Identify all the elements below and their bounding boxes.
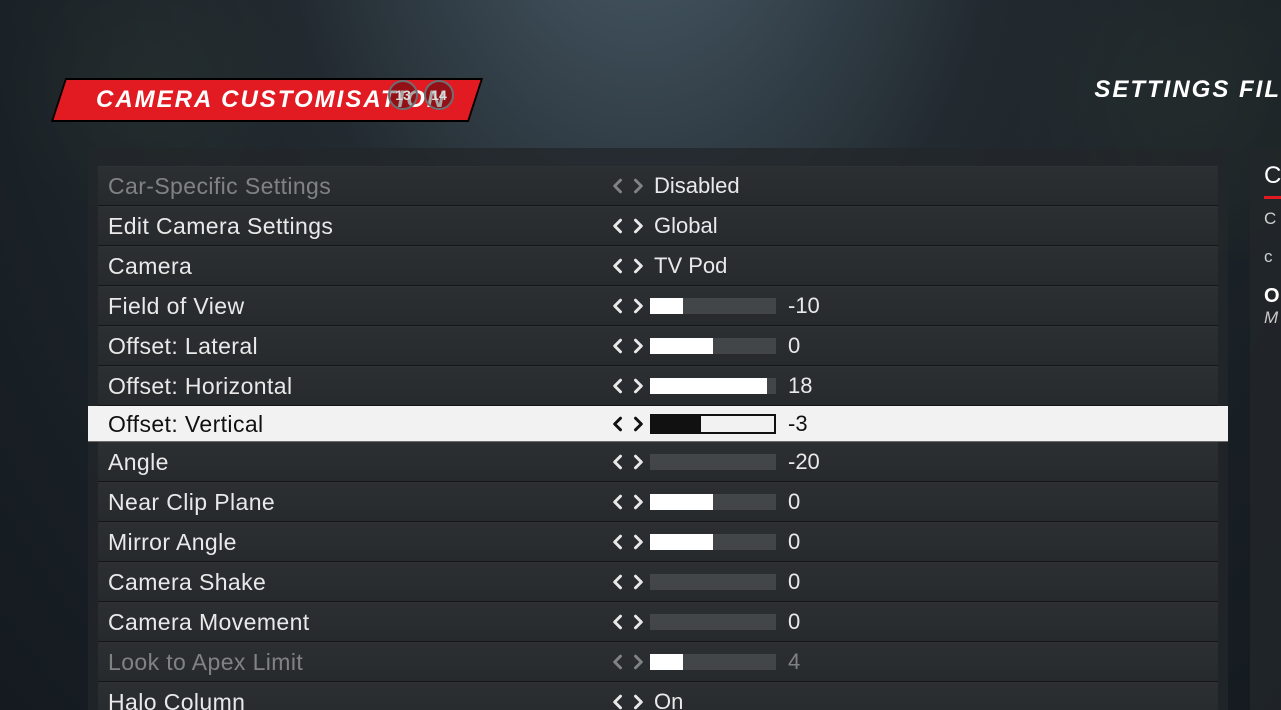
step-badge[interactable]: 14 [424,80,454,110]
left-right-arrows-icon[interactable] [608,572,650,592]
value-slider[interactable] [650,574,776,590]
setting-row-camera-shake[interactable]: Camera Shake 0 [98,562,1218,602]
left-right-arrows-icon[interactable] [608,376,650,396]
setting-row-near-clip[interactable]: Near Clip Plane 0 [98,482,1218,522]
step-badges: 13 14 [388,80,454,110]
desc-line: C [1264,209,1281,229]
value-slider[interactable] [650,338,776,354]
desc-divider [1264,196,1281,199]
setting-row-camera[interactable]: Camera TV Pod [98,246,1218,286]
setting-label: Camera Movement [98,609,608,636]
left-right-arrows-icon[interactable] [608,296,650,316]
left-right-arrows-icon[interactable] [608,414,650,434]
setting-label: Look to Apex Limit [98,649,608,676]
setting-value: 0 [784,333,800,359]
setting-row-mirror-angle[interactable]: Mirror Angle 0 [98,522,1218,562]
setting-value: 18 [784,373,812,399]
setting-value: TV Pod [650,253,727,279]
left-right-arrows-icon[interactable] [608,692,650,710]
desc-subhead: O [1264,285,1281,308]
setting-value: 0 [784,609,800,635]
header: CAMERA CUSTOMISATION 13 14 SETTINGS FIL [0,78,1281,122]
setting-value: -10 [784,293,820,319]
setting-value: Global [650,213,718,239]
desc-subvalue: M [1264,308,1281,328]
setting-value: 0 [784,489,800,515]
left-right-arrows-icon[interactable] [608,256,650,276]
value-slider[interactable] [650,298,776,314]
setting-row-edit-camera[interactable]: Edit Camera Settings Global [98,206,1218,246]
left-right-arrows-icon[interactable] [608,612,650,632]
setting-label: Car-Specific Settings [98,173,608,200]
left-right-arrows-icon[interactable] [608,492,650,512]
value-slider[interactable] [650,654,776,670]
setting-label: Halo Column [98,689,608,710]
setting-row-halo-column[interactable]: Halo Column On [98,682,1218,710]
setting-label: Edit Camera Settings [98,213,608,240]
left-right-arrows-icon[interactable] [608,452,650,472]
setting-row-camera-move[interactable]: Camera Movement 0 [98,602,1218,642]
setting-label: Field of View [98,293,608,320]
setting-value: 4 [784,649,800,675]
setting-value: Disabled [650,173,740,199]
setting-row-fov[interactable]: Field of View -10 [98,286,1218,326]
setting-row-angle[interactable]: Angle -20 [98,442,1218,482]
setting-label: Offset: Horizontal [98,373,608,400]
setting-row-car-specific[interactable]: Car-Specific Settings Disabled [98,166,1218,206]
setting-row-offset-lateral[interactable]: Offset: Lateral 0 [98,326,1218,366]
left-right-arrows-icon[interactable] [608,532,650,552]
setting-value: 0 [784,569,800,595]
left-right-arrows-icon[interactable] [608,216,650,236]
setting-label: Near Clip Plane [98,489,608,516]
setting-label: Camera [98,253,608,280]
value-slider[interactable] [650,378,776,394]
value-slider[interactable] [650,614,776,630]
setting-value: -3 [784,411,808,437]
setting-label: Camera Shake [98,569,608,596]
step-badge[interactable]: 13 [388,80,418,110]
setting-value: -20 [784,449,820,475]
left-right-arrows-icon[interactable] [608,336,650,356]
settings-panel: Car-Specific Settings DisabledEdit Camer… [88,148,1228,710]
setting-row-offset-vert[interactable]: Offset: Vertical -3 [88,406,1228,442]
setting-row-offset-horiz[interactable]: Offset: Horizontal 18 [98,366,1218,406]
value-slider[interactable] [650,454,776,470]
setting-label: Offset: Vertical [98,411,608,438]
setting-label: Angle [98,449,608,476]
value-slider[interactable] [650,494,776,510]
value-slider[interactable] [650,414,776,434]
left-right-arrows-icon[interactable] [608,652,650,672]
setting-value: On [650,689,683,710]
setting-row-look-apex[interactable]: Look to Apex Limit 4 [98,642,1218,682]
setting-label: Offset: Lateral [98,333,608,360]
settings-file-heading: SETTINGS FIL [1094,76,1281,104]
value-slider[interactable] [650,534,776,550]
left-right-arrows-icon[interactable] [608,176,650,196]
desc-line: c [1264,247,1281,267]
description-panel: C C c O M [1250,148,1281,710]
setting-label: Mirror Angle [98,529,608,556]
setting-value: 0 [784,529,800,555]
desc-title: C [1264,162,1281,190]
